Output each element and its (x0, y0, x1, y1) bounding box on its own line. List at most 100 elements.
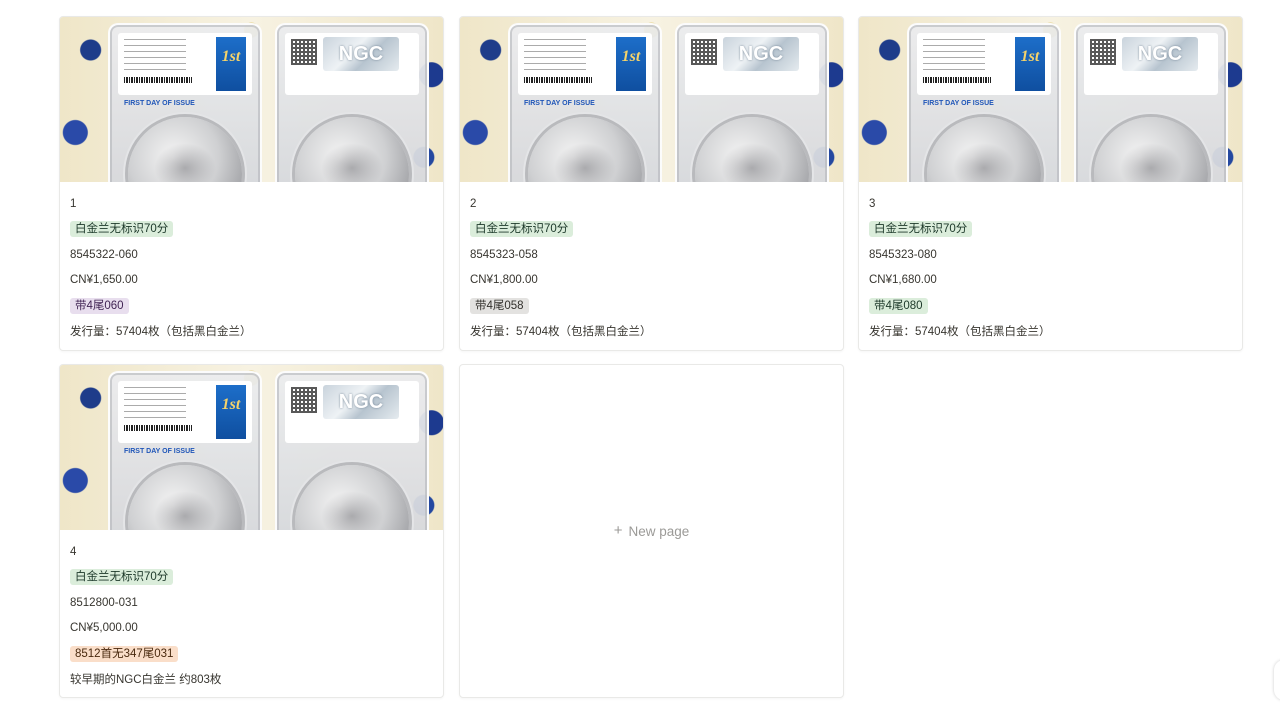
card-cover-image: 1st FIRST DAY OF ISSUE NGC (460, 17, 843, 182)
type-property: 白金兰无标识70分 (70, 565, 433, 591)
price-text: CN¥1,650.00 (70, 274, 138, 287)
card-properties: 3 白金兰无标识70分 8545323-080 CN¥1,680.00 带4尾0… (859, 182, 1242, 344)
new-page-card[interactable]: + New page (459, 364, 844, 698)
card-title: 2 (470, 191, 833, 217)
barcode-icon (124, 425, 192, 431)
card-title-text: 2 (470, 197, 477, 210)
gallery-card[interactable]: 1st FIRST DAY OF ISSUE NGC 4 白金兰无标识70分 8… (59, 364, 444, 698)
cert-number-text: 8512800-031 (70, 596, 138, 609)
dragon-coin-icon (528, 117, 642, 182)
note-tag: 带4尾080 (869, 297, 928, 314)
note-property: 带4尾058 (470, 293, 833, 319)
card-title-text: 1 (70, 197, 77, 210)
type-property: 白金兰无标识70分 (869, 217, 1232, 243)
note-tag: 8512首无347尾031 (70, 645, 179, 662)
remark-text: 发行量：57404枚（包括黑白金兰） (470, 326, 652, 339)
first-day-of-issue-text: FIRST DAY OF ISSUE (124, 100, 195, 107)
barcode-icon (124, 77, 192, 83)
card-cover-image: 1st FIRST DAY OF ISSUE NGC (60, 365, 443, 530)
dragon-coin-icon (295, 117, 409, 182)
coin-slab-back: NGC (275, 371, 429, 530)
type-tag: 白金兰无标识70分 (869, 221, 973, 238)
type-tag: 白金兰无标识70分 (70, 569, 174, 586)
note-property: 8512首无347尾031 (70, 641, 433, 667)
note-property: 带4尾080 (869, 293, 1232, 319)
price-text: CN¥1,680.00 (869, 274, 937, 287)
type-tag: 白金兰无标识70分 (70, 221, 174, 238)
remark-property: 较早期的NGC白金兰 约803枚 (70, 667, 433, 693)
coin-slab-back: NGC (275, 23, 429, 182)
slab-label-text-lines (923, 39, 985, 75)
ngc-logo: NGC (323, 385, 399, 419)
card-properties: 4 白金兰无标识70分 8512800-031 CN¥5,000.00 8512… (60, 530, 443, 692)
ngc-logo: NGC (323, 37, 399, 71)
card-title-text: 4 (70, 545, 77, 558)
slab-label-text-lines (124, 39, 186, 75)
dragon-coin-icon (927, 117, 1041, 182)
cert-number-property: 8512800-031 (70, 590, 433, 616)
card-properties: 1 白金兰无标识70分 8545322-060 CN¥1,650.00 带4尾0… (60, 182, 443, 344)
coin-slab-front: 1st FIRST DAY OF ISSUE (108, 371, 262, 530)
dragon-coin-icon (1094, 117, 1208, 182)
coin-slab-front: 1st FIRST DAY OF ISSUE (508, 23, 662, 182)
cert-number-text: 8545323-058 (470, 248, 538, 261)
type-property: 白金兰无标识70分 (470, 217, 833, 243)
card-cover-image: 1st FIRST DAY OF ISSUE NGC (60, 17, 443, 182)
first-day-badge: 1st (616, 37, 646, 91)
price-text: CN¥5,000.00 (70, 622, 138, 635)
cert-number-text: 8545322-060 (70, 248, 138, 261)
plus-icon: + (613, 522, 623, 539)
remark-property: 发行量：57404枚（包括黑白金兰） (869, 319, 1232, 345)
first-day-badge: 1st (216, 37, 246, 91)
scroll-handle[interactable] (1274, 660, 1280, 700)
gallery-card[interactable]: 1st FIRST DAY OF ISSUE NGC 1 白金兰无标识70分 8… (59, 16, 444, 351)
first-day-of-issue-text: FIRST DAY OF ISSUE (923, 100, 994, 107)
remark-property: 发行量：57404枚（包括黑白金兰） (70, 319, 433, 345)
new-page-button[interactable]: + New page (613, 522, 690, 539)
cert-number-text: 8545323-080 (869, 248, 937, 261)
dragon-coin-icon (295, 465, 409, 530)
card-title: 3 (869, 191, 1232, 217)
coin-slab-back: NGC (675, 23, 829, 182)
price-property: CN¥1,800.00 (470, 268, 833, 294)
slab-label: NGC (1084, 33, 1218, 95)
qr-code-icon (291, 387, 317, 413)
first-day-badge: 1st (216, 385, 246, 439)
coin-slab-front: 1st FIRST DAY OF ISSUE (907, 23, 1061, 182)
price-property: CN¥1,650.00 (70, 268, 433, 294)
remark-text: 发行量：57404枚（包括黑白金兰） (70, 326, 252, 339)
slab-label-text-lines (524, 39, 586, 75)
cert-number-property: 8545322-060 (70, 242, 433, 268)
gallery-card[interactable]: 1st FIRST DAY OF ISSUE NGC 3 白金兰无标识70分 8… (858, 16, 1243, 351)
first-day-badge: 1st (1015, 37, 1045, 91)
card-properties: 2 白金兰无标识70分 8545323-058 CN¥1,800.00 带4尾0… (460, 182, 843, 344)
note-tag: 带4尾058 (470, 297, 529, 314)
ngc-logo: NGC (723, 37, 799, 71)
slab-label: NGC (285, 33, 419, 95)
slab-label: NGC (685, 33, 819, 95)
slab-label: 1st FIRST DAY OF ISSUE (118, 381, 252, 455)
slab-label: 1st FIRST DAY OF ISSUE (917, 33, 1051, 107)
slab-label: 1st FIRST DAY OF ISSUE (118, 33, 252, 107)
remark-text: 较早期的NGC白金兰 约803枚 (70, 674, 222, 687)
remark-text: 发行量：57404枚（包括黑白金兰） (869, 326, 1051, 339)
qr-code-icon (691, 39, 717, 65)
slab-label-text-lines (124, 387, 186, 423)
ngc-logo: NGC (1122, 37, 1198, 71)
first-day-of-issue-text: FIRST DAY OF ISSUE (524, 100, 595, 107)
first-day-of-issue-text: FIRST DAY OF ISSUE (124, 448, 195, 455)
card-title: 1 (70, 191, 433, 217)
gallery-view: 1st FIRST DAY OF ISSUE NGC 1 白金兰无标识70分 8… (0, 0, 1280, 717)
cert-number-property: 8545323-080 (869, 242, 1232, 268)
remark-property: 发行量：57404枚（包括黑白金兰） (470, 319, 833, 345)
gallery-card[interactable]: 1st FIRST DAY OF ISSUE NGC 2 白金兰无标识70分 8… (459, 16, 844, 351)
barcode-icon (524, 77, 592, 83)
coin-slab-front: 1st FIRST DAY OF ISSUE (108, 23, 262, 182)
type-tag: 白金兰无标识70分 (470, 221, 574, 238)
new-page-label: New page (628, 523, 690, 539)
dragon-coin-icon (128, 465, 242, 530)
type-property: 白金兰无标识70分 (70, 217, 433, 243)
slab-label: 1st FIRST DAY OF ISSUE (518, 33, 652, 107)
cert-number-property: 8545323-058 (470, 242, 833, 268)
price-property: CN¥5,000.00 (70, 616, 433, 642)
